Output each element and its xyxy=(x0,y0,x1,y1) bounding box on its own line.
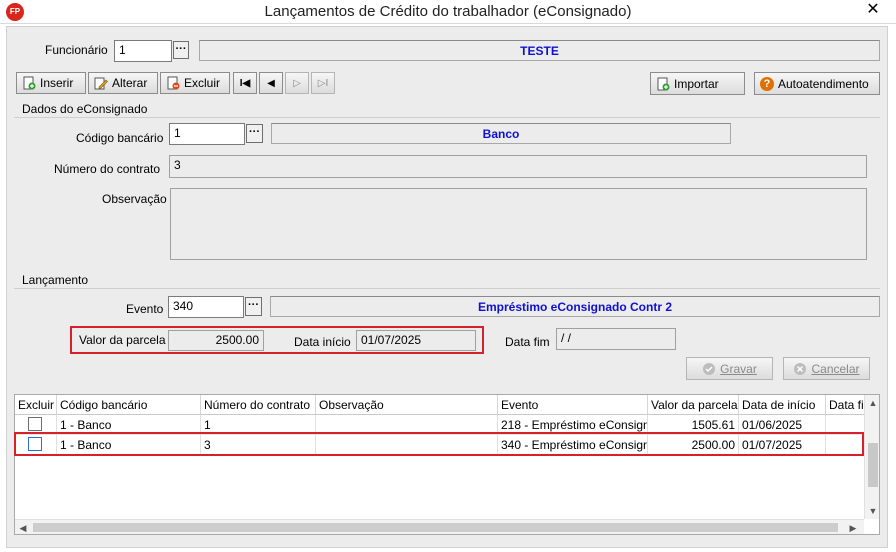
econsignado-section-title: Dados do eConsignado xyxy=(22,102,148,116)
col-inicio-header[interactable]: Data de início xyxy=(739,395,826,415)
grid-horizontal-scrollbar[interactable]: ◀ ▶ xyxy=(15,519,864,534)
col-observacao-header[interactable]: Observação xyxy=(316,395,498,415)
grid-vertical-scrollbar[interactable]: ▲ ▼ xyxy=(864,395,879,519)
excluir-label: Excluir xyxy=(184,76,221,90)
alterar-button[interactable]: Alterar xyxy=(88,72,158,94)
valor-parcela-label: Valor da parcela xyxy=(79,333,166,347)
funcionario-name-display: TESTE xyxy=(199,40,880,61)
first-icon: I◀ xyxy=(239,77,251,89)
inserir-button[interactable]: Inserir xyxy=(16,72,86,94)
importar-label: Importar xyxy=(674,76,719,91)
numero-contrato-input[interactable]: 3 xyxy=(169,155,867,178)
codigo-bancario-input[interactable]: 1 xyxy=(169,123,245,145)
data-fim-input[interactable]: / / xyxy=(556,328,676,350)
edit-icon xyxy=(94,76,108,90)
evento-name-display: Empréstimo eConsignado Contr 2 xyxy=(270,296,880,317)
delete-icon xyxy=(166,76,180,90)
prev-icon: ◀ xyxy=(267,77,275,89)
lancamento-divider xyxy=(14,288,880,289)
scroll-down-icon[interactable]: ▼ xyxy=(865,503,879,519)
check-icon xyxy=(702,362,716,376)
evento-label: Evento xyxy=(126,302,164,316)
col-valor-header[interactable]: Valor da parcela xyxy=(648,395,739,415)
cancelar-label: Cancelar xyxy=(811,361,860,376)
cancelar-button[interactable]: Cancelar xyxy=(783,357,870,380)
alterar-label: Alterar xyxy=(112,76,148,90)
help-icon: ? xyxy=(760,76,774,91)
lancamentos-grid: Excluir Código bancário Número do contra… xyxy=(14,394,880,535)
importar-button[interactable]: Importar xyxy=(650,72,745,95)
window-title: Lançamentos de Crédito do trabalhador (e… xyxy=(264,3,632,20)
gravar-button[interactable]: Gravar xyxy=(686,357,773,380)
observacao-label: Observação xyxy=(102,192,167,206)
autoatendimento-label: Autoatendimento xyxy=(778,76,869,91)
excluir-button[interactable]: Excluir xyxy=(160,72,230,94)
banco-name-display: Banco xyxy=(271,123,731,144)
data-inicio-input[interactable]: 01/07/2025 xyxy=(356,330,476,351)
observacao-textarea[interactable] xyxy=(170,188,867,260)
next-icon: ▷ xyxy=(293,77,301,89)
inserir-label: Inserir xyxy=(40,76,74,90)
autoatendimento-button[interactable]: ? Autoatendimento xyxy=(754,72,880,95)
gravar-label: Gravar xyxy=(720,361,757,376)
codigo-bancario-label: Código bancário xyxy=(76,131,164,145)
close-icon[interactable]: ✕ xyxy=(858,0,888,22)
row-highlight-box xyxy=(14,432,864,456)
scroll-left-icon[interactable]: ◀ xyxy=(15,520,31,534)
evento-lookup-button[interactable]: ··· xyxy=(245,297,262,316)
funcionario-label: Funcionário xyxy=(45,43,108,57)
scroll-right-icon[interactable]: ▶ xyxy=(845,520,861,534)
econsignado-divider xyxy=(14,117,880,118)
vertical-scroll-thumb[interactable] xyxy=(868,443,878,487)
cancel-icon xyxy=(793,362,807,376)
valor-parcela-input[interactable]: 2500.00 xyxy=(168,330,264,351)
col-fim-header[interactable]: Data fi xyxy=(826,395,864,415)
row1-excluir-checkbox[interactable] xyxy=(28,417,42,431)
title-bar: FP Lançamentos de Crédito do trabalhador… xyxy=(0,0,896,24)
numero-contrato-label: Número do contrato xyxy=(54,162,161,176)
lancamento-section-title: Lançamento xyxy=(22,273,89,287)
first-record-button[interactable]: I◀ xyxy=(233,72,257,94)
next-record-button[interactable]: ▷ xyxy=(285,72,309,94)
data-inicio-label: Data início xyxy=(294,335,351,349)
insert-icon xyxy=(22,76,36,90)
horizontal-scroll-thumb[interactable] xyxy=(33,523,838,532)
prev-record-button[interactable]: ◀ xyxy=(259,72,283,94)
col-evento-header[interactable]: Evento xyxy=(498,395,648,415)
last-record-button[interactable]: ▷I xyxy=(311,72,335,94)
codigo-bancario-lookup-button[interactable]: ··· xyxy=(246,124,263,143)
evento-input[interactable]: 340 xyxy=(168,296,244,318)
funcionario-lookup-button[interactable]: ··· xyxy=(173,41,189,59)
scroll-up-icon[interactable]: ▲ xyxy=(865,395,879,411)
funcionario-code-input[interactable]: 1 xyxy=(114,40,172,62)
last-icon: ▷I xyxy=(317,77,329,89)
col-contrato-header[interactable]: Número do contrato xyxy=(201,395,316,415)
import-icon xyxy=(656,77,670,91)
data-fim-label: Data fim xyxy=(505,335,550,349)
col-excluir-header[interactable]: Excluir xyxy=(15,395,57,415)
col-codigo-header[interactable]: Código bancário xyxy=(57,395,201,415)
